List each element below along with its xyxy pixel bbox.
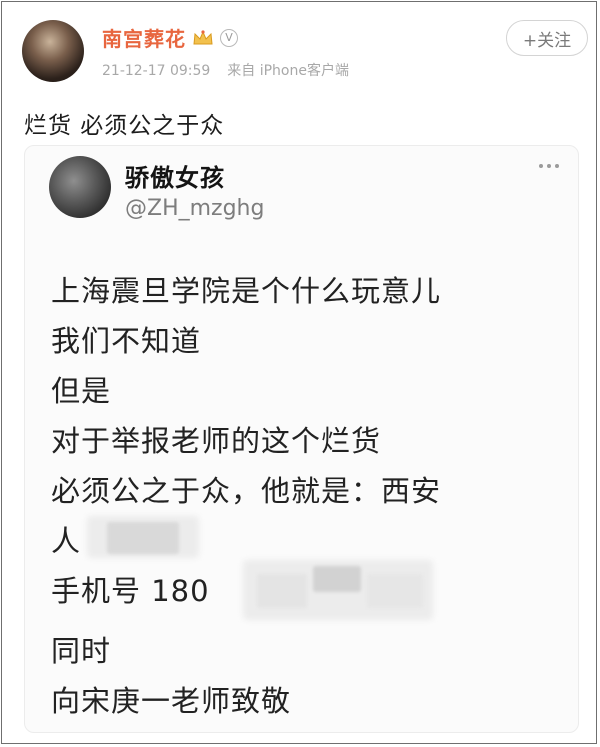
crown-icon xyxy=(192,29,214,46)
post-source: 来自 iPhone客户端 xyxy=(227,63,349,79)
vip-icon: V xyxy=(220,28,238,47)
quoted-line: 手机号 180 xyxy=(51,574,210,608)
redaction-blur xyxy=(367,574,423,608)
redaction-blur xyxy=(313,566,361,592)
quoted-line: 同时 xyxy=(51,634,112,668)
quoted-name[interactable]: 骄傲女孩 xyxy=(125,158,225,193)
quoted-line: 必须公之于众，他就是：西安 xyxy=(51,474,442,508)
quoted-line: 对于举报老师的这个烂货 xyxy=(51,424,382,458)
quoted-line: 向宋庚一老师致敬 xyxy=(51,684,292,718)
redaction-blur xyxy=(107,522,179,554)
redaction-blur xyxy=(257,574,307,608)
author-name[interactable]: 南宫葬花 xyxy=(102,23,186,52)
post-time: 21-12-17 09:59 xyxy=(102,63,211,79)
quoted-line: 我们不知道 xyxy=(51,324,202,358)
post-meta: 21-12-17 09:59 来自 iPhone客户端 xyxy=(102,60,349,80)
author-avatar[interactable] xyxy=(22,20,84,82)
quoted-handle[interactable]: @ZH_mzghg xyxy=(125,196,264,221)
post-text: 烂货 必须公之于众 xyxy=(24,113,225,139)
author-row: 南宫葬花 V xyxy=(102,23,238,52)
follow-button[interactable]: +关注 xyxy=(506,20,588,56)
quoted-line: 但是 xyxy=(51,374,112,408)
quoted-avatar[interactable] xyxy=(49,156,111,218)
weibo-post: 南宫葬花 V 21-12-17 09:59 来自 iPhone客户端 +关注 烂… xyxy=(1,1,597,744)
quoted-line: 人 xyxy=(51,524,82,558)
quoted-line: 上海震旦学院是个什么玩意儿 xyxy=(51,274,442,308)
quoted-post-card[interactable]: 骄傲女孩 @ZH_mzghg 上海震旦学院是个什么玩意儿 我们不知道 但是 对于… xyxy=(24,145,579,733)
more-icon[interactable] xyxy=(539,164,559,170)
